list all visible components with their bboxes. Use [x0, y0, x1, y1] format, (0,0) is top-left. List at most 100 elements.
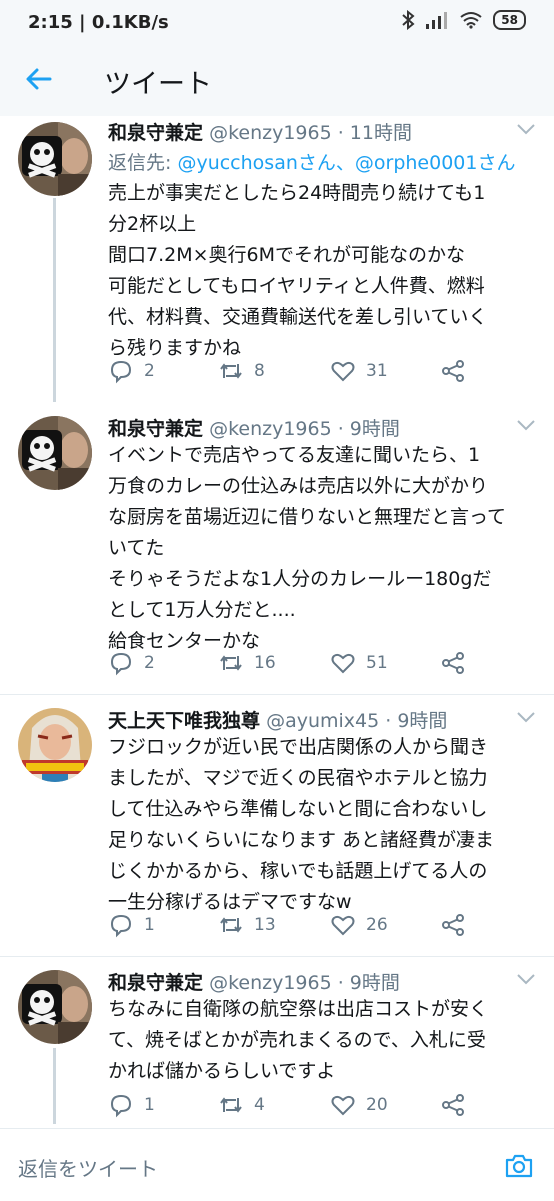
tweet-header: 天上天下唯我独尊 @ayumix45 · 9時間 — [108, 706, 447, 733]
battery-indicator: 58 — [493, 10, 526, 30]
status-time: 2:15 — [28, 12, 73, 33]
reply-composer[interactable]: 返信をツイート — [0, 1128, 554, 1201]
tweet[interactable]: 和泉守兼定 @kenzy1965 · 11時間 返信先: @yucchosanさ… — [0, 118, 554, 402]
heart-icon — [331, 915, 355, 936]
share-button[interactable] — [440, 650, 466, 676]
share-button[interactable] — [440, 1092, 466, 1118]
retweet-button[interactable]: 16 — [218, 650, 276, 676]
chevron-down-icon[interactable] — [516, 122, 536, 136]
heart-icon — [331, 361, 355, 382]
reply-input[interactable]: 返信をツイート — [18, 1153, 158, 1182]
tweet-line: ちなみに自衛隊の航空祭は出店コストが安く — [108, 998, 489, 1020]
like-count: 31 — [366, 361, 388, 381]
retweet-count: 8 — [254, 361, 265, 381]
tweet-line: 万食のカレーの仕込みは売店以外に大がかり — [108, 475, 489, 497]
reply-context: 返信先: @yucchosanさん、@orphe0001さん — [108, 148, 515, 175]
tweet-header: 和泉守兼定 @kenzy1965 · 9時間 — [108, 414, 400, 441]
retweet-icon — [220, 363, 242, 379]
handle-time: @kenzy1965 · 11時間 — [209, 122, 412, 144]
reply-button[interactable]: 2 — [108, 358, 155, 384]
status-time-speed: 2:15 | 0.1KB/s — [28, 12, 169, 33]
reply-count: 1 — [144, 915, 155, 935]
tweet-line: て、焼そばとかが売れまくるので、入札に受 — [108, 1029, 486, 1051]
like-button[interactable]: 26 — [330, 912, 388, 938]
share-icon — [442, 360, 464, 382]
reply-button[interactable]: 1 — [108, 1092, 155, 1118]
camera-icon[interactable] — [504, 1151, 534, 1181]
avatar[interactable] — [18, 970, 92, 1044]
tweet-header: 和泉守兼定 @kenzy1965 · 9時間 — [108, 968, 400, 995]
reply-count: 2 — [144, 653, 155, 673]
like-count: 20 — [366, 1095, 388, 1115]
tweet-header: 和泉守兼定 @kenzy1965 · 11時間 — [108, 118, 412, 145]
reply-icon — [110, 360, 132, 384]
tweet-line: ましたが、マジで近くの民宿やホテルと協力 — [108, 767, 488, 789]
reply-count: 1 — [144, 1095, 155, 1115]
tweet[interactable]: 天上天下唯我独尊 @ayumix45 · 9時間 フジロックが近い民で出店関係の… — [0, 706, 554, 952]
tweet-line: 代、材料費、交通費輸送代を差し引いていく — [108, 306, 488, 328]
tweet-line: 分2杯以上 — [108, 213, 197, 235]
tweet-line: 間口7.2M×奥行6Mでそれが可能なのかな — [108, 244, 466, 266]
tweet-line: フジロックが近い民で出店関係の人から聞き — [108, 736, 489, 758]
avatar[interactable] — [18, 122, 92, 196]
display-name[interactable]: 和泉守兼定 — [108, 418, 203, 440]
avatar[interactable] — [18, 416, 92, 490]
chevron-down-icon[interactable] — [516, 972, 536, 986]
reply-icon — [110, 652, 132, 676]
signal-icon — [426, 12, 448, 29]
tweet-line: して仕込みやら準備しないと間に合わないし — [108, 798, 488, 820]
handle-time: @kenzy1965 · 9時間 — [209, 972, 400, 994]
display-name[interactable]: 天上天下唯我独尊 — [108, 710, 260, 732]
status-speed: 0.1KB/s — [91, 12, 169, 33]
back-arrow-icon[interactable] — [24, 64, 54, 94]
retweet-button[interactable]: 8 — [218, 358, 265, 384]
wifi-icon — [460, 12, 482, 29]
retweet-count: 16 — [254, 653, 276, 673]
bluetooth-icon — [402, 10, 415, 30]
app-bar: ツイート — [0, 46, 554, 116]
retweet-count: 13 — [254, 915, 276, 935]
tweet-actions: 2 16 51 — [108, 650, 488, 680]
tweet-text: イベントで売店やってる友達に聞いたら、1 万食のカレーの仕込みは売店以外に大がか… — [108, 440, 540, 657]
tweet-actions: 1 13 26 — [108, 912, 488, 942]
like-button[interactable]: 20 — [330, 1092, 388, 1118]
retweet-count: 4 — [254, 1095, 265, 1115]
tweet-line: じくかかるから、稼いでも話題上げてる人の — [108, 860, 488, 882]
like-count: 26 — [366, 915, 388, 935]
tweet[interactable]: 和泉守兼定 @kenzy1965 · 9時間 ちなみに自衛隊の航空祭は出店コスト… — [0, 968, 554, 1124]
retweet-button[interactable]: 13 — [218, 912, 276, 938]
tweet-line: 売上が事実だとしたら24時間売り続けても1 — [108, 182, 486, 204]
heart-icon — [331, 1095, 355, 1116]
status-bar: 2:15 | 0.1KB/s 58 — [0, 0, 554, 46]
tweet-line: 足りないくらいになります あと諸経費が凄ま — [108, 829, 495, 851]
share-button[interactable] — [440, 358, 466, 384]
thread-line — [53, 1048, 56, 1124]
tweet-line: 可能だとしてもロイヤリティと人件費、燃料 — [108, 275, 485, 297]
tweet[interactable]: 和泉守兼定 @kenzy1965 · 9時間 イベントで売店やってる友達に聞いた… — [0, 414, 554, 692]
chevron-down-icon[interactable] — [516, 418, 536, 432]
chevron-down-icon[interactable] — [516, 710, 536, 724]
like-button[interactable]: 31 — [330, 358, 388, 384]
handle-time: @kenzy1965 · 9時間 — [209, 418, 400, 440]
share-icon — [442, 1094, 464, 1116]
reply-icon — [110, 914, 132, 938]
thread-line — [53, 198, 56, 402]
retweet-button[interactable]: 4 — [218, 1092, 265, 1118]
like-count: 51 — [366, 653, 388, 673]
like-button[interactable]: 51 — [330, 650, 388, 676]
avatar[interactable] — [18, 708, 92, 782]
display-name[interactable]: 和泉守兼定 — [108, 972, 203, 994]
tweet-text: 売上が事実だとしたら24時間売り続けても1 分2杯以上 間口7.2M×奥行6Mで… — [108, 178, 540, 364]
tweet-line: いてた — [108, 537, 165, 559]
tweet-line: そりゃそうだよな1人分のカレールー180gだ — [108, 568, 492, 590]
reply-to-link[interactable]: @yucchosanさん、@orphe0001さん — [177, 152, 515, 174]
reply-button[interactable]: 1 — [108, 912, 155, 938]
reply-button[interactable]: 2 — [108, 650, 155, 676]
retweet-icon — [220, 917, 242, 933]
reply-icon — [110, 1094, 132, 1118]
display-name[interactable]: 和泉守兼定 — [108, 122, 203, 144]
retweet-icon — [220, 1097, 242, 1113]
divider — [0, 694, 554, 695]
share-button[interactable] — [440, 912, 466, 938]
heart-icon — [331, 653, 355, 674]
